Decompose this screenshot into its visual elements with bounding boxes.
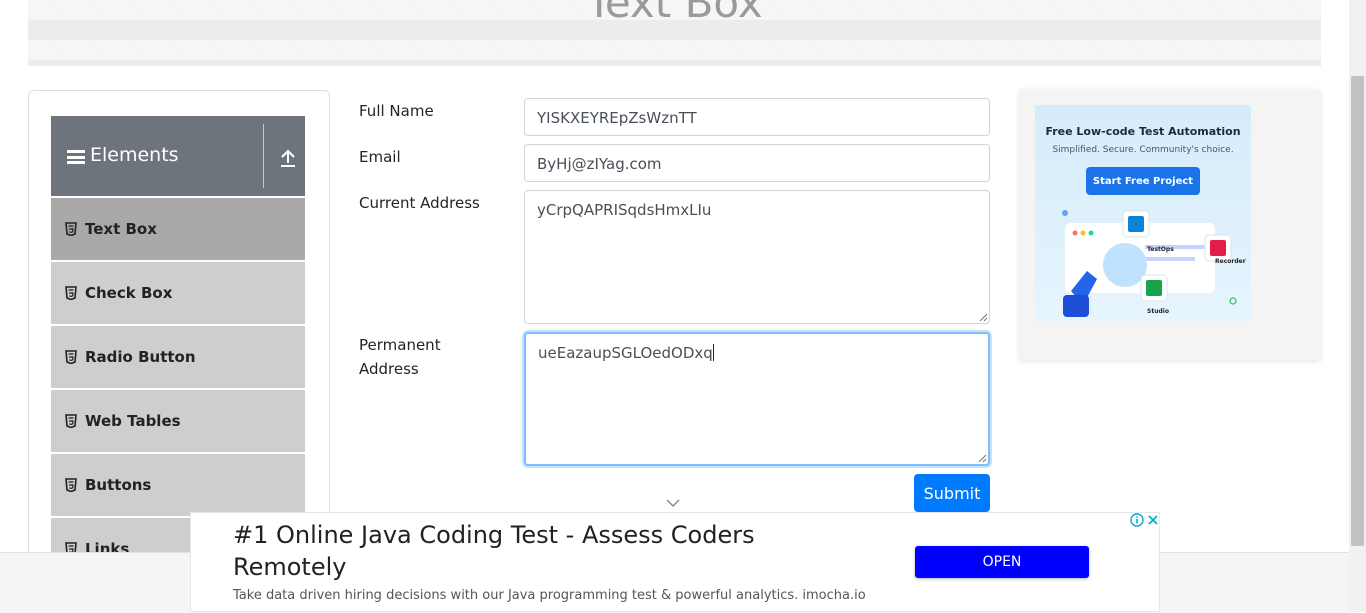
resize-grip-icon[interactable]	[977, 453, 987, 463]
full-name-label: Full Name	[359, 102, 434, 120]
bottom-ad-description[interactable]: Take data driven hiring decisions with o…	[233, 588, 866, 603]
sidebar-item-label: Check Box	[85, 284, 173, 302]
sidebar-item-radio-button[interactable]: Radio Button	[51, 324, 305, 388]
bottom-ad[interactable]: #1 Online Java Coding Test - Assess Code…	[190, 512, 1160, 612]
sidebar-item-buttons[interactable]: Buttons	[51, 452, 305, 516]
text-cursor	[712, 344, 714, 361]
side-ad[interactable]: Free Low-code Test Automation Simplified…	[1020, 90, 1320, 360]
permanent-address-value: ueEazaupSGLOedODxq	[538, 344, 713, 362]
current-address-textarea[interactable]: yCrpQAPRISqdsHmxLIu	[524, 190, 990, 324]
html5-icon	[65, 478, 77, 492]
html5-icon	[65, 350, 77, 364]
permanent-address-textarea[interactable]: ueEazaupSGLOedODxq	[524, 332, 990, 466]
page-scrollbar[interactable]	[1349, 0, 1366, 612]
permanent-address-label: Permanent Address	[359, 333, 441, 381]
html5-icon	[65, 222, 77, 236]
hamburger-icon	[67, 150, 85, 164]
page-title: Text Box	[586, 0, 763, 27]
side-ad-tag-studio: Studio	[1147, 308, 1169, 315]
email-input[interactable]: ByHj@zIYag.com	[524, 144, 990, 182]
html5-icon	[65, 414, 77, 428]
sidebar-item-label: Radio Button	[85, 348, 196, 366]
sidebar-item-label: Buttons	[85, 476, 152, 494]
elements-group-label: Elements	[90, 144, 179, 166]
page-banner: Text Box	[28, 0, 1321, 66]
permanent-address-label-line1: Permanent	[359, 336, 441, 354]
adchoices-icon[interactable]	[1130, 513, 1144, 527]
sidebar-item-check-box[interactable]: Check Box	[51, 260, 305, 324]
submit-button[interactable]: Submit	[914, 474, 990, 512]
resize-grip-icon[interactable]	[978, 312, 988, 322]
open-button[interactable]: OPEN	[915, 546, 1089, 578]
elements-group-header[interactable]: Elements	[51, 116, 305, 196]
permanent-address-label-line2: Address	[359, 360, 419, 378]
sidebar-item-label: Text Box	[85, 220, 157, 238]
side-ad-headline: Free Low-code Test Automation	[1045, 125, 1241, 138]
side-ad-tag-recorder: Recorder	[1215, 258, 1246, 265]
side-ad-cta-button[interactable]: Start Free Project	[1086, 167, 1200, 195]
close-icon[interactable]	[1146, 513, 1160, 527]
bottom-ad-title[interactable]: #1 Online Java Coding Test - Assess Code…	[233, 519, 833, 583]
full-name-input[interactable]: YISKXEYREpZsWznTT	[524, 98, 990, 136]
side-ad-image[interactable]: Free Low-code Test Automation Simplified…	[1035, 105, 1251, 321]
sidebar-item-web-tables[interactable]: Web Tables	[51, 388, 305, 452]
sidebar-item-label: Web Tables	[85, 412, 181, 430]
side-ad-subline: Simplified. Secure. Community's choice.	[1052, 145, 1234, 155]
scrollbar-thumb[interactable]	[1351, 76, 1364, 546]
current-address-label: Current Address	[359, 194, 480, 212]
sidebar-item-text-box[interactable]: Text Box	[51, 196, 305, 260]
current-address-value: yCrpQAPRISqdsHmxLIu	[537, 201, 712, 219]
arrow-up-icon[interactable]	[279, 148, 297, 168]
side-ad-tag-testops: TestOps	[1147, 246, 1174, 253]
html5-icon	[65, 286, 77, 300]
header-divider	[263, 124, 264, 188]
chevron-down-icon[interactable]	[666, 498, 680, 508]
email-label: Email	[359, 148, 401, 166]
sidebar: Elements Text Box Check Box Radio Button…	[28, 90, 330, 572]
